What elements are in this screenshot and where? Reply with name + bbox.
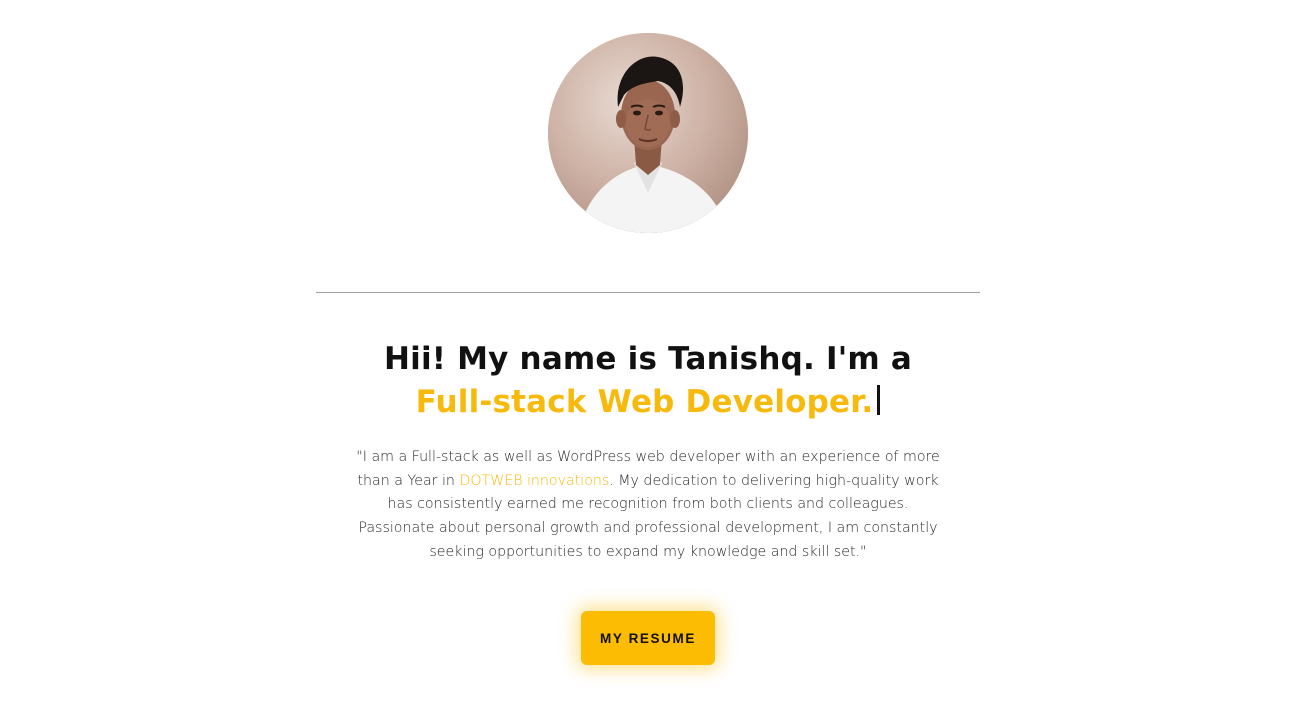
headline-role-text: Full-stack Web Developer. [415,384,874,420]
bio-paragraph: "I am a Full-stack as well as WordPress … [350,446,946,565]
page-title: Hii! My name is Tanishq. I'm a Full-stac… [300,338,996,424]
section-divider [316,292,980,293]
resume-button[interactable]: MY RESUME [581,611,715,665]
company-link[interactable]: DOTWEB innovations [459,473,609,489]
avatar-portrait-illustration [548,33,748,233]
avatar [548,33,748,233]
portfolio-page: Hii! My name is Tanishq. I'm a Full-stac… [0,0,1301,715]
typing-cursor [877,385,881,415]
headline-role: Full-stack Web Developer. [300,381,996,424]
headline-intro: Hii! My name is Tanishq. I'm a [383,341,913,377]
hero-section: Hii! My name is Tanishq. I'm a Full-stac… [300,338,996,424]
